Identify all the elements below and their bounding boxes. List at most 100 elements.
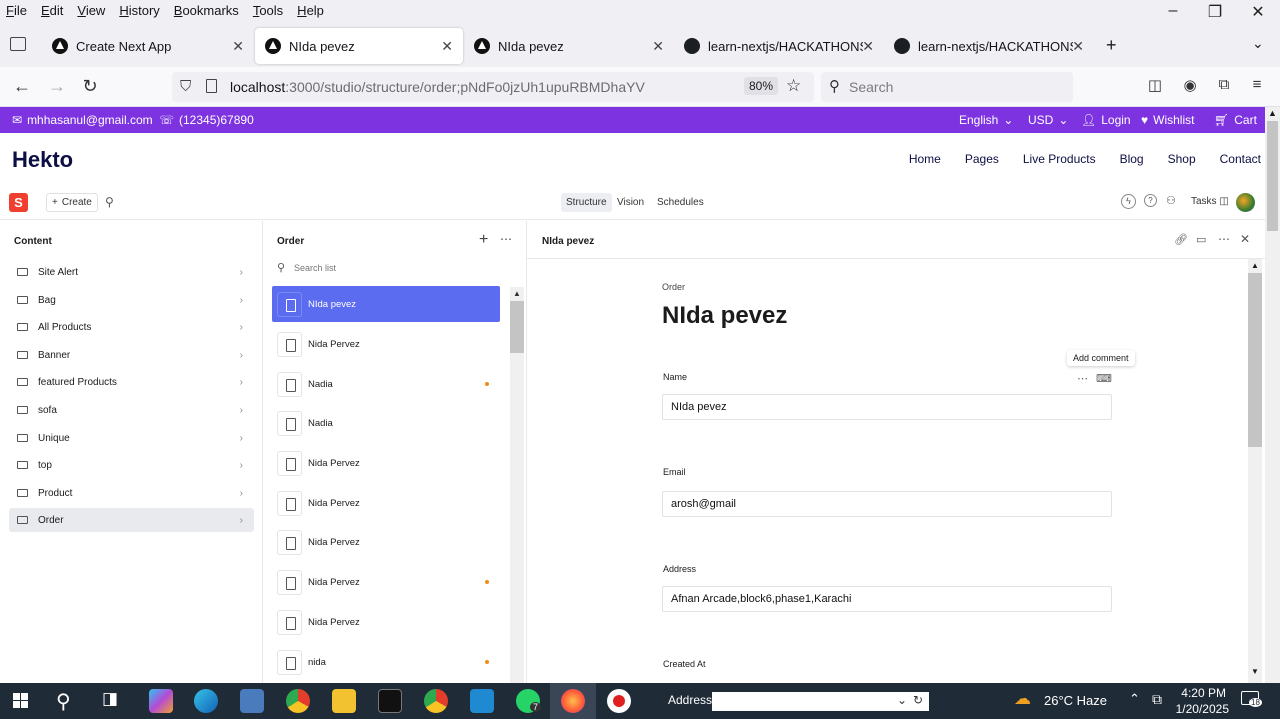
content-item-product[interactable]: Product › <box>9 481 254 505</box>
shield-icon[interactable]: ⛉ <box>180 78 191 95</box>
create-button[interactable]: + Create <box>46 193 98 212</box>
notification-icon[interactable]: 18 <box>1241 691 1262 707</box>
currency-select[interactable]: USD ⌄ <box>1028 113 1068 127</box>
menu-help[interactable]: Help <box>297 3 324 18</box>
search-bar[interactable]: ⚲ Search <box>821 72 1073 102</box>
order-item[interactable]: Nadia <box>272 405 500 441</box>
menu-view[interactable]: View <box>77 3 105 18</box>
add-plus-icon[interactable]: + <box>479 231 488 249</box>
copilot-icon[interactable] <box>149 689 173 713</box>
email-field[interactable]: arosh@gmail <box>662 491 1112 517</box>
nav-pages[interactable]: Pages <box>965 152 999 166</box>
order-item[interactable]: Nida Pervez <box>272 604 500 640</box>
forward-arrow-icon[interactable]: → <box>45 76 69 97</box>
firefox-icon[interactable] <box>561 689 585 713</box>
new-tab-plus-icon[interactable]: + <box>1106 35 1117 56</box>
order-item[interactable]: nida <box>272 644 500 680</box>
back-arrow-icon[interactable]: ← <box>10 76 34 97</box>
terminal-icon[interactable] <box>378 689 402 713</box>
folder-icon[interactable] <box>332 689 356 713</box>
language-select[interactable]: English ⌄ <box>959 113 1013 127</box>
help-icon[interactable]: ? <box>1144 194 1157 207</box>
avatar[interactable] <box>1236 193 1255 212</box>
order-item-nida-pevez-active[interactable]: NIda pevez <box>272 286 500 322</box>
phone-contact[interactable]: ☏ (12345)67890 <box>159 113 254 127</box>
page-scrollbar[interactable]: ▲ <box>1265 107 1280 683</box>
content-item-banner[interactable]: Banner › <box>9 343 254 367</box>
tab-create-next-app[interactable]: Create Next App ✕ <box>42 28 254 64</box>
vscode-icon[interactable] <box>470 689 494 713</box>
tab-nida-pevez-active[interactable]: NIda pevez ✕ <box>255 28 463 64</box>
scroll-up-icon[interactable]: ▲ <box>513 289 521 298</box>
comment-icon[interactable]: ▭ <box>1196 233 1206 246</box>
scrollbar-thumb[interactable] <box>1267 121 1278 231</box>
address-field[interactable]: Afnan Arcade,block6,phase1,Karachi <box>662 586 1112 612</box>
name-field[interactable]: NIda pevez <box>662 394 1112 420</box>
scrollbar-thumb[interactable] <box>1248 273 1262 447</box>
tasks-button[interactable]: Tasks ◫ <box>1191 196 1229 207</box>
order-item[interactable]: Nadia <box>272 366 500 402</box>
search-icon[interactable]: ⚲ <box>56 689 80 713</box>
minimize-button[interactable]: – <box>1158 2 1188 20</box>
field-more-options-icon[interactable]: ⋯ <box>1077 372 1088 385</box>
order-item[interactable]: Nida Pervez <box>272 524 500 560</box>
record-icon[interactable] <box>607 689 631 713</box>
clock-time[interactable]: 4:20 PM <box>1174 686 1226 700</box>
chevron-down-icon[interactable]: ⌄ <box>897 693 907 707</box>
menu-bookmarks[interactable]: Bookmarks <box>174 3 239 18</box>
go-arrow-icon[interactable]: ↻ <box>913 693 923 707</box>
edge-icon[interactable] <box>194 689 218 713</box>
order-search-input[interactable]: ⚲ Search list <box>277 261 507 277</box>
add-comment-icon[interactable]: ⌨ <box>1096 372 1112 385</box>
close-icon[interactable]: ✕ <box>652 38 664 55</box>
more-options-icon[interactable]: ⋯ <box>500 232 512 246</box>
nav-shop[interactable]: Shop <box>1168 152 1196 166</box>
close-icon[interactable]: ✕ <box>441 38 453 55</box>
windows-start-icon[interactable] <box>12 689 36 713</box>
weather-text[interactable]: 26°C Haze <box>1044 693 1107 708</box>
menu-edit[interactable]: Edit <box>41 3 63 18</box>
tab-structure[interactable]: Structure <box>561 193 612 212</box>
tab-manager-icon[interactable] <box>10 37 26 51</box>
close-pane-icon[interactable]: ✕ <box>1240 232 1250 246</box>
content-item-all-products[interactable]: All Products › <box>9 315 254 339</box>
tab-nida-pevez[interactable]: NIda pevez ✕ <box>464 28 674 64</box>
content-item-featured-products[interactable]: featured Products › <box>9 370 254 394</box>
clock-date[interactable]: 1/20/2025 <box>1173 702 1229 716</box>
page-icon[interactable] <box>206 79 217 93</box>
order-item[interactable]: Nida Pervez <box>272 564 500 600</box>
list-tabs-chevron-icon[interactable]: ⌄ <box>1252 35 1264 52</box>
tab-schedules[interactable]: Schedules <box>652 193 709 212</box>
content-item-site-alert[interactable]: Site Alert › <box>9 260 254 284</box>
tray-chevron-up-icon[interactable]: ⌃ <box>1129 691 1140 707</box>
close-window-button[interactable]: ✕ <box>1243 2 1273 22</box>
order-item[interactable]: Nida Pervez <box>272 485 500 521</box>
menu-tools[interactable]: Tools <box>253 3 283 18</box>
whatsapp-icon[interactable]: 7 <box>516 689 542 713</box>
menu-history[interactable]: History <box>119 3 159 18</box>
hamburger-menu-icon[interactable]: ≡ <box>1245 76 1269 93</box>
zoom-level[interactable]: 80% <box>744 77 779 95</box>
reload-icon[interactable]: ↻ <box>78 76 102 97</box>
scroll-up-icon[interactable]: ▲ <box>1251 261 1259 270</box>
scroll-down-icon[interactable]: ▼ <box>1251 667 1259 676</box>
lightning-icon[interactable]: ϟ <box>1121 194 1136 209</box>
order-item[interactable]: Nida Pervez <box>272 326 500 362</box>
chrome-icon[interactable] <box>286 689 310 713</box>
search-icon[interactable]: ⚲ <box>105 195 114 209</box>
address-toolbar-input[interactable]: ⌄ ↻ <box>712 692 929 711</box>
content-item-unique[interactable]: Unique › <box>9 426 254 450</box>
content-item-top[interactable]: top › <box>9 453 254 477</box>
nav-blog[interactable]: Blog <box>1120 152 1144 166</box>
tab-github-1[interactable]: learn-nextjs/HACKATHONS/Ma ✕ <box>674 28 884 64</box>
bookmark-star-icon[interactable]: ☆ <box>786 76 801 96</box>
nav-home[interactable]: Home <box>909 152 941 166</box>
content-item-sofa[interactable]: sofa › <box>9 398 254 422</box>
order-list-scrollbar[interactable]: ▲ <box>510 287 524 683</box>
wishlist-link[interactable]: ♥ Wishlist <box>1141 113 1194 127</box>
menu-file[interactable]: File <box>6 3 27 18</box>
tab-github-2[interactable]: learn-nextjs/HACKATHONS/Ma ✕ <box>884 28 1094 64</box>
close-icon[interactable]: ✕ <box>232 38 244 55</box>
more-options-icon[interactable]: ⋯ <box>1218 232 1230 246</box>
pocket-icon[interactable]: ◫ <box>1143 76 1167 94</box>
